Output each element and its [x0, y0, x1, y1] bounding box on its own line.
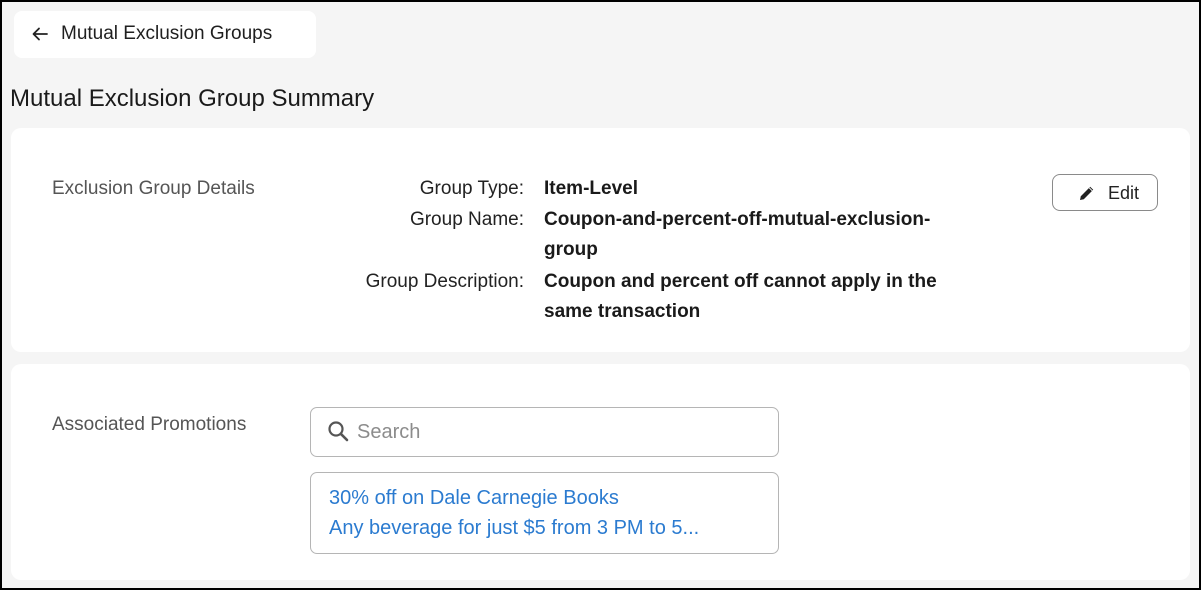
promotions-list: 30% off on Dale Carnegie Books Any bever…	[310, 472, 779, 554]
group-description-line-2: same transaction	[544, 301, 701, 322]
group-type-value-text: Item-Level	[544, 178, 638, 199]
back-button[interactable]: Mutual Exclusion Groups	[14, 11, 316, 58]
associated-promotions-card: Associated Promotions 30% off on Dale Ca…	[11, 364, 1190, 580]
group-description-label: Group Description:	[365, 271, 524, 292]
group-type-value: Item-Level	[544, 174, 994, 204]
group-type-label: Group Type:	[419, 178, 524, 199]
pencil-icon	[1080, 186, 1094, 200]
page-title: Mutual Exclusion Group Summary	[10, 85, 375, 112]
search-icon	[328, 421, 349, 442]
search-input[interactable]	[357, 418, 757, 446]
group-description-line-1: Coupon and percent off cannot apply in t…	[544, 271, 937, 292]
edit-button-label: Edit	[1108, 183, 1140, 203]
arrow-left-icon	[32, 27, 48, 41]
search-box	[310, 407, 779, 457]
group-name-line-2: group	[544, 239, 598, 260]
exclusion-group-details-card: Exclusion Group Details Group Type: Item…	[11, 128, 1190, 352]
promotion-link[interactable]: 30% off on Dale Carnegie Books	[329, 486, 619, 510]
group-name-value: Coupon-and-percent-off-mutual-exclusion-…	[544, 205, 994, 265]
group-description-value: Coupon and percent off cannot apply in t…	[544, 267, 994, 327]
group-name-label: Group Name:	[409, 209, 524, 230]
promotion-link[interactable]: Any beverage for just $5 from 3 PM to 5.…	[329, 516, 699, 540]
back-button-label: Mutual Exclusion Groups	[61, 23, 273, 44]
group-name-line-1: Coupon-and-percent-off-mutual-exclusion-	[544, 209, 931, 230]
app-frame: Mutual Exclusion Groups Mutual Exclusion…	[0, 0, 1201, 590]
edit-button[interactable]: Edit	[1052, 174, 1158, 211]
associated-section-label: Associated Promotions	[52, 414, 247, 435]
